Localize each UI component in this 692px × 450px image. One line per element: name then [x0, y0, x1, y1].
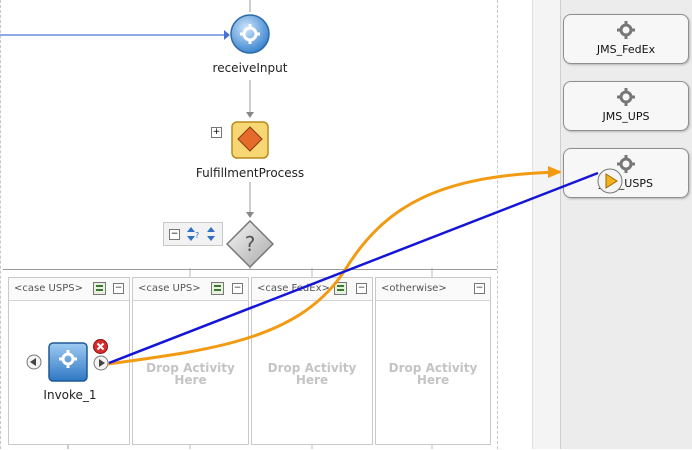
case-header: <case USPS> −: [9, 278, 129, 301]
scope-activity[interactable]: [231, 121, 269, 159]
play-icon[interactable]: [597, 168, 623, 194]
scope-expand-toggle[interactable]: +: [211, 127, 222, 138]
case-header: <case UPS> −: [133, 278, 248, 301]
case-header: <case FedEx> −: [252, 278, 372, 301]
case-title: <case UPS>: [138, 283, 201, 294]
partner-link-label: JMS_USPS: [599, 177, 653, 190]
case-title: <otherwise>: [381, 283, 447, 294]
case-otherwise[interactable]: <otherwise> − Drop Activity Here: [375, 277, 491, 445]
drop-activity-hint: Drop Activity Here: [146, 361, 235, 387]
drop-activity-hint: Drop Activity Here: [267, 361, 357, 387]
condition-icon[interactable]: [334, 282, 347, 295]
left-arrow-icon[interactable]: [26, 354, 42, 370]
partner-link-label: JMS_UPS: [602, 110, 650, 123]
svg-text:?: ?: [195, 231, 199, 240]
close-icon[interactable]: [93, 339, 108, 354]
diamond-icon: [231, 121, 269, 159]
switch-toolbar: − ?: [163, 222, 223, 246]
case-title: <case USPS>: [14, 283, 83, 294]
case-header: <otherwise> −: [376, 278, 490, 301]
collapse-icon[interactable]: −: [232, 283, 243, 294]
switch-activity[interactable]: ?: [225, 219, 275, 269]
case-fedex[interactable]: <case FedEx> − Drop Activity Here: [251, 277, 373, 445]
partner-link-usps[interactable]: JMS_USPS: [563, 148, 689, 198]
partner-link-label: JMS_FedEx: [596, 43, 656, 56]
drop-activity-hint: Drop Activity Here: [388, 361, 478, 387]
collapse-icon[interactable]: −: [169, 229, 180, 240]
add-case-icon[interactable]: ?: [185, 226, 201, 242]
receive-activity[interactable]: [229, 13, 271, 55]
invoke-label: Invoke_1: [43, 388, 97, 402]
invoke-activity[interactable]: [48, 342, 88, 382]
gear-icon: [230, 14, 270, 54]
add-otherwise-icon[interactable]: [205, 226, 217, 242]
collapse-icon[interactable]: −: [356, 283, 367, 294]
collapse-icon[interactable]: −: [474, 283, 485, 294]
gear-icon: [617, 88, 635, 106]
question-icon: ?: [225, 219, 275, 269]
gear-icon: [48, 342, 88, 382]
svg-text:?: ?: [245, 232, 256, 256]
case-ups[interactable]: <case UPS> − Drop Activity Here: [132, 277, 249, 445]
partner-link-ups[interactable]: JMS_UPS: [563, 81, 689, 131]
partner-link-fedex[interactable]: JMS_FedEx: [563, 14, 689, 64]
gear-icon: [617, 21, 635, 39]
condition-icon[interactable]: [211, 282, 224, 295]
condition-icon[interactable]: [93, 282, 106, 295]
right-arrow-icon[interactable]: [93, 355, 109, 371]
case-title: <case FedEx>: [257, 283, 330, 294]
scope-label: FulfillmentProcess: [195, 166, 305, 180]
collapse-icon[interactable]: −: [113, 283, 124, 294]
receive-label: receiveInput: [212, 61, 288, 75]
